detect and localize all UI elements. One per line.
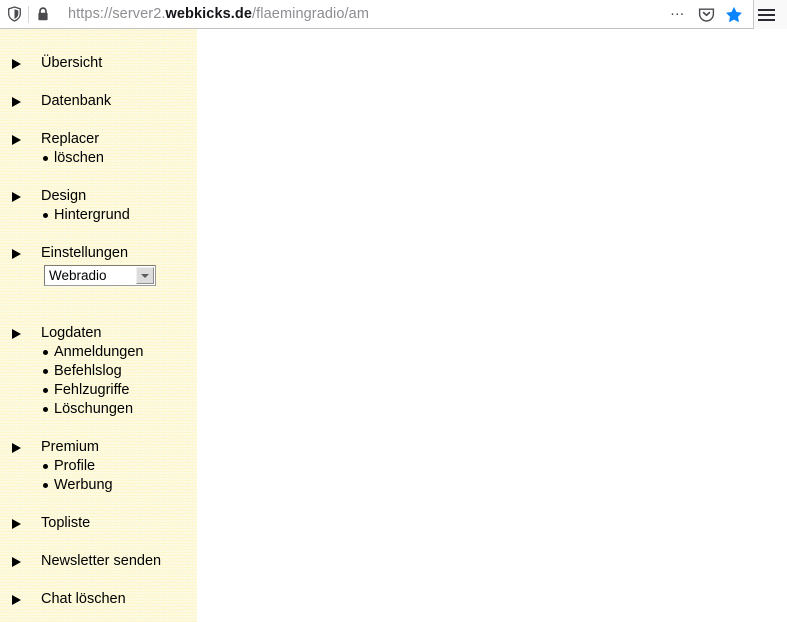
sidebar-item-label: Chat löschen: [41, 590, 126, 609]
sidebar-subitem-hintergrund[interactable]: Hintergrund: [0, 206, 197, 225]
sidebar-item-label: Design: [41, 187, 86, 206]
bullet-marker-icon: [43, 388, 48, 393]
sidebar-subitem-label: Hintergrund: [54, 206, 130, 225]
hamburger-bar: [758, 9, 775, 11]
sidebar-item-einstellungen[interactable]: Einstellungen: [0, 244, 197, 263]
settings-select-wrapper: Webradio: [44, 265, 156, 286]
sidebar-subitem-label: Befehlslog: [54, 362, 122, 381]
sidebar-subitem-label: Löschungen: [54, 400, 133, 419]
sidebar-subitem-label: löschen: [54, 149, 104, 168]
sidebar-item-datenbank[interactable]: Datenbank: [0, 92, 197, 111]
hamburger-bar: [758, 14, 775, 16]
sidebar-item-label: Einstellungen: [41, 244, 128, 263]
bullet-marker-icon: [43, 464, 48, 469]
triangle-marker-icon: [12, 59, 21, 69]
bookmark-star-icon[interactable]: [720, 1, 748, 28]
urlbar-actions: …: [664, 1, 753, 28]
pocket-icon[interactable]: [692, 1, 720, 28]
sidebar-item-logdaten[interactable]: Logdaten: [0, 324, 197, 343]
admin-sidebar: Übersicht Datenbank Replacerlöschen DesignH…: [0, 29, 197, 622]
sidebar-subitem-label: Anmeldungen: [54, 343, 144, 362]
sidebar-item-design[interactable]: Design: [0, 187, 197, 206]
main-content-area: [197, 29, 787, 622]
url-path: /flaemingradio/am: [252, 6, 369, 22]
triangle-marker-icon: [12, 97, 21, 107]
url-bar[interactable]: https://server2.webkicks.de/flaemingradi…: [0, 0, 754, 29]
sidebar-item-label: Replacer: [41, 130, 99, 149]
sidebar-subitem-loschen[interactable]: löschen: [0, 149, 197, 168]
sidebar-subitem-befehlslog[interactable]: Befehlslog: [0, 362, 197, 381]
sidebar-item-label: Topliste: [41, 514, 90, 533]
triangle-marker-icon: [12, 557, 21, 567]
sidebar-subitem-profile[interactable]: Profile: [0, 457, 197, 476]
sidebar-subitem-werbung[interactable]: Werbung: [0, 476, 197, 495]
hamburger-bar: [758, 19, 775, 21]
sidebar-subitem-label: Werbung: [54, 476, 113, 495]
sidebar-subitem-anmeldungen[interactable]: Anmeldungen: [0, 343, 197, 362]
bullet-marker-icon: [43, 156, 48, 161]
sidebar-item-topliste[interactable]: Topliste: [0, 514, 197, 533]
sidebar-item-label: Übersicht: [41, 54, 102, 73]
sidebar-subitem-loschungen[interactable]: Löschungen: [0, 400, 197, 419]
bullet-marker-icon: [43, 213, 48, 218]
bullet-marker-icon: [43, 350, 48, 355]
sidebar-item-chat-loschen[interactable]: Chat löschen: [0, 590, 197, 609]
sidebar-item-ubersicht[interactable]: Übersicht: [0, 54, 197, 73]
sidebar-item-newsletter-senden[interactable]: Newsletter senden: [0, 552, 197, 571]
url-text[interactable]: https://server2.webkicks.de/flaemingradi…: [57, 1, 664, 28]
sidebar-item-label: Newsletter senden: [41, 552, 161, 571]
tracking-protection-shield-icon[interactable]: [0, 1, 28, 28]
bullet-marker-icon: [43, 369, 48, 374]
settings-select-value: Webradio: [45, 266, 107, 285]
sidebar-item-label: Premium: [41, 438, 99, 457]
ellipsis-glyph: …: [667, 7, 690, 21]
bullet-marker-icon: [43, 407, 48, 412]
sidebar-item-label: Datenbank: [41, 92, 111, 111]
url-domain: webkicks.de: [166, 6, 253, 22]
sidebar-item-label: Logdaten: [41, 324, 101, 343]
triangle-marker-icon: [12, 329, 21, 339]
padlock-icon[interactable]: [29, 1, 57, 28]
sidebar-subitem-label: Fehlzugriffe: [54, 381, 130, 400]
sidebar-item-premium[interactable]: Premium: [0, 438, 197, 457]
url-prefix: https://server2.: [68, 6, 166, 22]
page-body: Übersicht Datenbank Replacerlöschen DesignH…: [0, 29, 787, 622]
sidebar-subitem-label: Profile: [54, 457, 95, 476]
triangle-marker-icon: [12, 249, 21, 259]
triangle-marker-icon: [12, 192, 21, 202]
bullet-marker-icon: [43, 483, 48, 488]
triangle-marker-icon: [12, 135, 21, 145]
settings-select[interactable]: Webradio: [44, 265, 156, 286]
sidebar-item-replacer[interactable]: Replacer: [0, 130, 197, 149]
app-menu-hamburger-icon[interactable]: [752, 0, 780, 29]
browser-chrome: https://server2.webkicks.de/flaemingradi…: [0, 0, 787, 29]
sidebar-subitem-fehlzugriffe[interactable]: Fehlzugriffe: [0, 381, 197, 400]
triangle-marker-icon: [12, 443, 21, 453]
page-actions-ellipsis-icon[interactable]: …: [664, 1, 692, 28]
chevron-glyph: [141, 274, 149, 278]
chevron-down-icon[interactable]: [136, 267, 154, 284]
triangle-marker-icon: [12, 595, 21, 605]
triangle-marker-icon: [12, 519, 21, 529]
